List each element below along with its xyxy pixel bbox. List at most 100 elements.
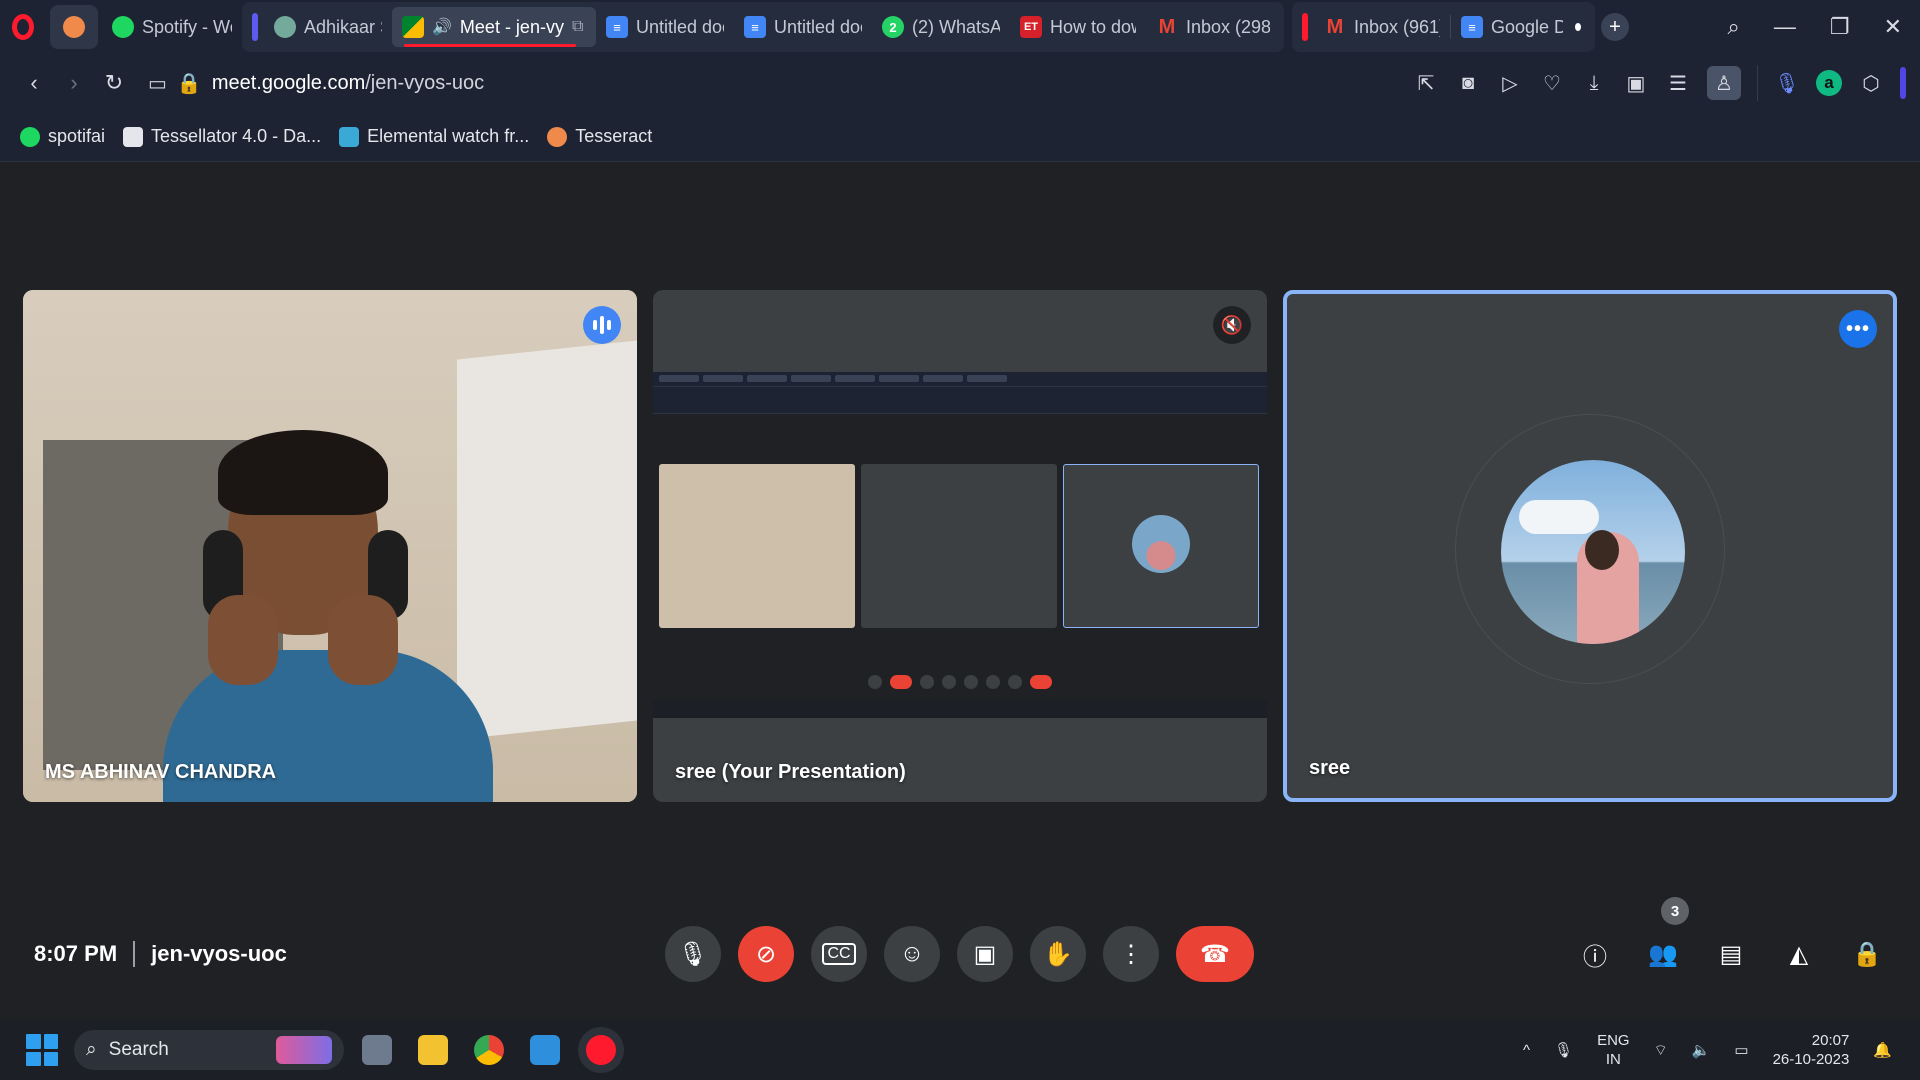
more-options-icon[interactable]: ••• bbox=[1839, 310, 1877, 348]
bookmark-spotifai[interactable]: spotifai bbox=[20, 126, 105, 147]
host-controls-icon: 🔒 bbox=[1852, 940, 1882, 968]
tab-group-indicator[interactable] bbox=[1302, 13, 1308, 41]
reactions-button[interactable]: ☺ bbox=[884, 926, 940, 982]
captions-icon: CC bbox=[822, 943, 856, 965]
raise-hand-button[interactable]: ✋ bbox=[1030, 926, 1086, 982]
camera-feed bbox=[23, 290, 637, 802]
leave-call-button[interactable]: ☎ bbox=[1176, 926, 1254, 982]
share-icon[interactable]: ⇱ bbox=[1413, 70, 1439, 96]
clock[interactable]: 20:07 26-10-2023 bbox=[1773, 1031, 1850, 1069]
close-icon[interactable]: ✕ bbox=[1884, 14, 1902, 40]
host-controls-button[interactable]: 🔒 bbox=[1850, 937, 1884, 971]
chat-icon: ▤ bbox=[1719, 940, 1743, 968]
participant-tile-abhinav[interactable]: MS ABHINAV CHANDRA bbox=[23, 290, 637, 802]
tab-group-indicator[interactable] bbox=[252, 13, 258, 41]
call-controls: 🎙 ⊘ CC ☺ ▣ ✋ ⋮ ☎ bbox=[665, 904, 1254, 1004]
tab-whatsapp[interactable]: 2 (2) WhatsAp bbox=[872, 7, 1010, 47]
tab-adhikaar[interactable]: Adhikaar Sy bbox=[264, 7, 392, 47]
send-icon[interactable]: ▷ bbox=[1497, 70, 1523, 96]
tab-meet[interactable]: 🔊 Meet - jen-vy ⧉ bbox=[392, 7, 596, 47]
volume-icon[interactable]: 🔈 bbox=[1692, 1041, 1711, 1059]
easy-setup-icon[interactable]: ☰ bbox=[1665, 70, 1691, 96]
present-button[interactable]: ▣ bbox=[957, 926, 1013, 982]
tab-untitled-doc-1[interactable]: ≡ Untitled doc bbox=[596, 7, 734, 47]
tab-how-to-download[interactable]: ET How to dow bbox=[1010, 7, 1146, 47]
chat-button[interactable]: ▤ bbox=[1714, 937, 1748, 971]
emoji-icon: ☺ bbox=[899, 940, 925, 967]
meeting-info-button[interactable]: ⓘ bbox=[1578, 937, 1612, 971]
back-button[interactable]: ‹ bbox=[14, 63, 54, 103]
taskbar-search[interactable]: ⌕ Search bbox=[74, 1030, 344, 1070]
tab-group-2: M Inbox (961) ≡ Google Doc bbox=[1292, 2, 1595, 52]
tab-search-icon[interactable]: ⌕ bbox=[1728, 14, 1740, 40]
participant-tile-presentation[interactable]: 🔇 sree (Your Presentation) bbox=[653, 290, 1267, 802]
mic-icon: 🎙 bbox=[677, 940, 709, 968]
participant-tile-sree[interactable]: ••• sree bbox=[1283, 290, 1897, 802]
profile-icon[interactable]: ♙ bbox=[1707, 66, 1741, 100]
workspace-button[interactable] bbox=[50, 5, 98, 49]
lock-icon[interactable]: 🔒 bbox=[177, 71, 202, 96]
chatgpt-icon bbox=[274, 16, 296, 38]
tab-untitled-doc-2[interactable]: ≡ Untitled doc bbox=[734, 7, 872, 47]
opera-menu-button[interactable] bbox=[0, 0, 46, 54]
heart-icon[interactable]: ♡ bbox=[1539, 70, 1565, 96]
aria-icon[interactable]: a bbox=[1816, 70, 1842, 96]
windows-taskbar: ⌕ Search ^ 🎙 ENG IN ⌔ 🔈 ▭ 20:07 26-10-20… bbox=[0, 1020, 1920, 1080]
speaker-icon[interactable]: 🔊 bbox=[432, 17, 452, 37]
speaking-indicator-icon bbox=[583, 306, 621, 344]
camera-permission-icon[interactable]: ▭ bbox=[148, 71, 167, 96]
microphone-tray-icon[interactable]: 🎙 bbox=[1554, 1041, 1573, 1059]
tab-title: Google Doc bbox=[1491, 16, 1563, 37]
clock-time: 20:07 bbox=[1811, 1032, 1850, 1049]
download-icon[interactable]: ⤓ bbox=[1581, 70, 1607, 96]
more-options-button[interactable]: ⋮ bbox=[1103, 926, 1159, 982]
camera-toggle-button[interactable]: ⊘ bbox=[738, 926, 794, 982]
captions-button[interactable]: CC bbox=[811, 926, 867, 982]
new-tab-button[interactable]: + bbox=[1601, 13, 1629, 41]
microphone-icon[interactable]: 🎙 bbox=[1774, 70, 1800, 96]
mic-button[interactable]: 🎙 bbox=[665, 926, 721, 982]
bookmark-elemental[interactable]: Elemental watch fr... bbox=[339, 126, 529, 147]
tab-spotify[interactable]: Spotify - We bbox=[102, 7, 242, 47]
show-hidden-icons-icon[interactable]: ^ bbox=[1523, 1042, 1530, 1059]
bookmark-tessellator[interactable]: Tessellator 4.0 - Da... bbox=[123, 126, 321, 147]
tab-title: Untitled doc bbox=[774, 16, 862, 37]
people-icon: 👥 bbox=[1648, 940, 1678, 968]
restore-icon[interactable]: ❐ bbox=[1830, 14, 1850, 40]
tessellator-icon bbox=[123, 126, 144, 147]
reload-button[interactable]: ↻ bbox=[94, 63, 134, 103]
bookmark-tesseract[interactable]: Tesseract bbox=[547, 126, 652, 147]
activities-icon: ◭ bbox=[1789, 940, 1809, 968]
battery-saver-icon[interactable]: ▣ bbox=[1623, 70, 1649, 96]
avatar bbox=[1501, 460, 1685, 644]
activities-button[interactable]: ◭ bbox=[1782, 937, 1816, 971]
battery-icon[interactable]: ▭ bbox=[1734, 1041, 1748, 1059]
url-domain: meet.google.com bbox=[211, 71, 366, 94]
vscode-icon[interactable] bbox=[530, 1035, 560, 1065]
tab-google-doc[interactable]: ≡ Google Doc bbox=[1451, 7, 1591, 47]
leave-call-icon: ☎ bbox=[1200, 940, 1230, 968]
snapshot-icon[interactable]: ◙ bbox=[1455, 70, 1481, 96]
language-code: ENG bbox=[1597, 1032, 1630, 1049]
extensions-cube-icon[interactable]: ⬡ bbox=[1858, 70, 1884, 96]
tab-inbox-961[interactable]: M Inbox (961) bbox=[1314, 7, 1450, 47]
start-button[interactable] bbox=[26, 1034, 58, 1066]
tab-title: Inbox (298) bbox=[1186, 16, 1270, 37]
file-explorer-icon[interactable] bbox=[418, 1035, 448, 1065]
calculator-icon[interactable] bbox=[362, 1035, 392, 1065]
picture-in-picture-icon[interactable]: ⧉ bbox=[572, 18, 583, 36]
tab-inbox-298[interactable]: M Inbox (298) bbox=[1146, 7, 1280, 47]
notification-bell-icon[interactable]: 🔔 bbox=[1873, 1041, 1892, 1059]
forward-button[interactable]: › bbox=[54, 63, 94, 103]
opera-icon[interactable] bbox=[586, 1035, 616, 1065]
clock-date: 26-10-2023 bbox=[1772, 1051, 1850, 1068]
language-indicator[interactable]: ENG IN bbox=[1597, 1031, 1630, 1069]
address-bar-row: ‹ › ↻ ▭ 🔒 meet.google.com/jen-vyos-uoc ⇱… bbox=[0, 54, 1920, 112]
workspace-icon bbox=[63, 16, 85, 38]
wifi-icon[interactable]: ⌔ bbox=[1654, 1041, 1668, 1060]
chrome-icon[interactable] bbox=[474, 1035, 504, 1065]
present-icon: ▣ bbox=[973, 940, 997, 968]
minimize-icon[interactable]: — bbox=[1774, 14, 1796, 40]
people-button[interactable]: 3 👥 bbox=[1646, 897, 1689, 971]
url-field[interactable]: ▭ 🔒 meet.google.com/jen-vyos-uoc bbox=[148, 71, 484, 96]
